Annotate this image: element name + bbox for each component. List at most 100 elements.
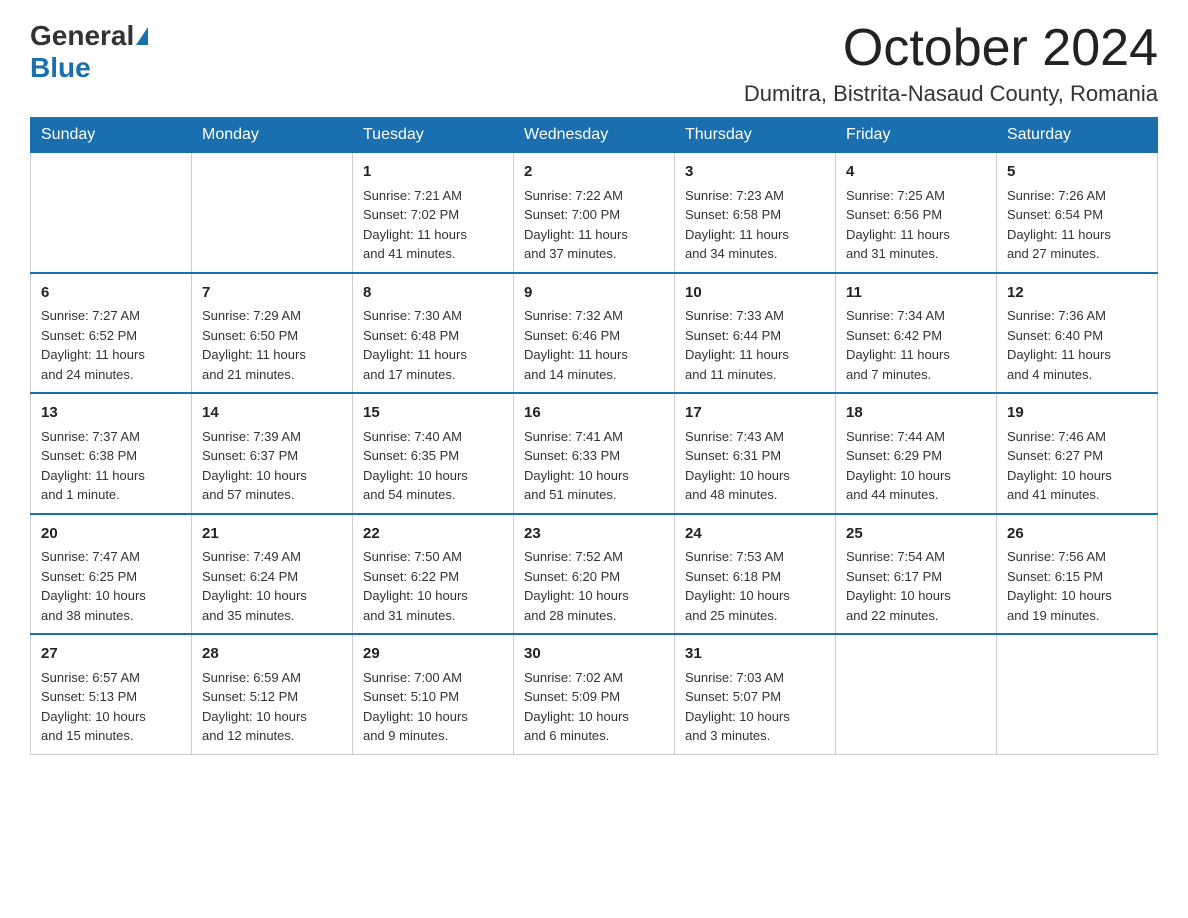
- day-info: Sunrise: 7:39 AMSunset: 6:37 PMDaylight:…: [202, 427, 342, 505]
- calendar-cell: 20Sunrise: 7:47 AMSunset: 6:25 PMDayligh…: [31, 514, 192, 635]
- calendar-cell: 8Sunrise: 7:30 AMSunset: 6:48 PMDaylight…: [353, 273, 514, 394]
- day-number: 16: [524, 402, 664, 425]
- day-number: 27: [41, 643, 181, 666]
- day-number: 10: [685, 282, 825, 305]
- day-number: 3: [685, 161, 825, 184]
- day-number: 5: [1007, 161, 1147, 184]
- day-number: 12: [1007, 282, 1147, 305]
- day-info: Sunrise: 7:32 AMSunset: 6:46 PMDaylight:…: [524, 306, 664, 384]
- day-info: Sunrise: 6:57 AMSunset: 5:13 PMDaylight:…: [41, 668, 181, 746]
- calendar-cell: 7Sunrise: 7:29 AMSunset: 6:50 PMDaylight…: [192, 273, 353, 394]
- calendar-cell: 19Sunrise: 7:46 AMSunset: 6:27 PMDayligh…: [997, 393, 1158, 514]
- calendar-cell: 25Sunrise: 7:54 AMSunset: 6:17 PMDayligh…: [836, 514, 997, 635]
- day-info: Sunrise: 7:53 AMSunset: 6:18 PMDaylight:…: [685, 547, 825, 625]
- day-info: Sunrise: 7:37 AMSunset: 6:38 PMDaylight:…: [41, 427, 181, 505]
- day-number: 19: [1007, 402, 1147, 425]
- day-info: Sunrise: 7:47 AMSunset: 6:25 PMDaylight:…: [41, 547, 181, 625]
- calendar-header-wednesday: Wednesday: [514, 118, 675, 153]
- page-header: General Blue October 2024 Dumitra, Bistr…: [30, 20, 1158, 107]
- calendar-cell: 1Sunrise: 7:21 AMSunset: 7:02 PMDaylight…: [353, 153, 514, 273]
- calendar-header-tuesday: Tuesday: [353, 118, 514, 153]
- day-info: Sunrise: 6:59 AMSunset: 5:12 PMDaylight:…: [202, 668, 342, 746]
- calendar-cell: 11Sunrise: 7:34 AMSunset: 6:42 PMDayligh…: [836, 273, 997, 394]
- day-info: Sunrise: 7:25 AMSunset: 6:56 PMDaylight:…: [846, 186, 986, 264]
- day-info: Sunrise: 7:44 AMSunset: 6:29 PMDaylight:…: [846, 427, 986, 505]
- day-number: 25: [846, 523, 986, 546]
- day-info: Sunrise: 7:56 AMSunset: 6:15 PMDaylight:…: [1007, 547, 1147, 625]
- day-info: Sunrise: 7:23 AMSunset: 6:58 PMDaylight:…: [685, 186, 825, 264]
- calendar-cell: 17Sunrise: 7:43 AMSunset: 6:31 PMDayligh…: [675, 393, 836, 514]
- day-info: Sunrise: 7:34 AMSunset: 6:42 PMDaylight:…: [846, 306, 986, 384]
- calendar-header-sunday: Sunday: [31, 118, 192, 153]
- calendar-cell: 29Sunrise: 7:00 AMSunset: 5:10 PMDayligh…: [353, 634, 514, 754]
- calendar-cell: 3Sunrise: 7:23 AMSunset: 6:58 PMDaylight…: [675, 153, 836, 273]
- logo-blue-text: Blue: [30, 52, 91, 83]
- logo-triangle-icon: [136, 27, 148, 45]
- logo-general-text: General: [30, 20, 134, 52]
- calendar-cell: 5Sunrise: 7:26 AMSunset: 6:54 PMDaylight…: [997, 153, 1158, 273]
- calendar-cell: 22Sunrise: 7:50 AMSunset: 6:22 PMDayligh…: [353, 514, 514, 635]
- calendar-cell: 12Sunrise: 7:36 AMSunset: 6:40 PMDayligh…: [997, 273, 1158, 394]
- calendar-cell: 28Sunrise: 6:59 AMSunset: 5:12 PMDayligh…: [192, 634, 353, 754]
- day-number: 31: [685, 643, 825, 666]
- day-number: 6: [41, 282, 181, 305]
- day-number: 18: [846, 402, 986, 425]
- day-info: Sunrise: 7:03 AMSunset: 5:07 PMDaylight:…: [685, 668, 825, 746]
- calendar-header-thursday: Thursday: [675, 118, 836, 153]
- day-number: 29: [363, 643, 503, 666]
- calendar-cell: 16Sunrise: 7:41 AMSunset: 6:33 PMDayligh…: [514, 393, 675, 514]
- day-info: Sunrise: 7:40 AMSunset: 6:35 PMDaylight:…: [363, 427, 503, 505]
- day-info: Sunrise: 7:33 AMSunset: 6:44 PMDaylight:…: [685, 306, 825, 384]
- day-number: 21: [202, 523, 342, 546]
- day-info: Sunrise: 7:27 AMSunset: 6:52 PMDaylight:…: [41, 306, 181, 384]
- calendar-cell: 14Sunrise: 7:39 AMSunset: 6:37 PMDayligh…: [192, 393, 353, 514]
- calendar-week-row: 13Sunrise: 7:37 AMSunset: 6:38 PMDayligh…: [31, 393, 1158, 514]
- day-info: Sunrise: 7:52 AMSunset: 6:20 PMDaylight:…: [524, 547, 664, 625]
- day-number: 22: [363, 523, 503, 546]
- day-number: 23: [524, 523, 664, 546]
- calendar-cell: 2Sunrise: 7:22 AMSunset: 7:00 PMDaylight…: [514, 153, 675, 273]
- day-info: Sunrise: 7:54 AMSunset: 6:17 PMDaylight:…: [846, 547, 986, 625]
- calendar-header-monday: Monday: [192, 118, 353, 153]
- day-number: 28: [202, 643, 342, 666]
- day-info: Sunrise: 7:26 AMSunset: 6:54 PMDaylight:…: [1007, 186, 1147, 264]
- day-number: 4: [846, 161, 986, 184]
- day-number: 9: [524, 282, 664, 305]
- day-number: 30: [524, 643, 664, 666]
- day-info: Sunrise: 7:46 AMSunset: 6:27 PMDaylight:…: [1007, 427, 1147, 505]
- day-number: 20: [41, 523, 181, 546]
- calendar-cell: 26Sunrise: 7:56 AMSunset: 6:15 PMDayligh…: [997, 514, 1158, 635]
- title-section: October 2024 Dumitra, Bistrita-Nasaud Co…: [744, 20, 1158, 107]
- day-number: 8: [363, 282, 503, 305]
- day-number: 17: [685, 402, 825, 425]
- calendar-header-row: SundayMondayTuesdayWednesdayThursdayFrid…: [31, 118, 1158, 153]
- calendar-week-row: 27Sunrise: 6:57 AMSunset: 5:13 PMDayligh…: [31, 634, 1158, 754]
- calendar-cell: [836, 634, 997, 754]
- day-info: Sunrise: 7:43 AMSunset: 6:31 PMDaylight:…: [685, 427, 825, 505]
- calendar-week-row: 20Sunrise: 7:47 AMSunset: 6:25 PMDayligh…: [31, 514, 1158, 635]
- calendar-cell: [192, 153, 353, 273]
- calendar-cell: 18Sunrise: 7:44 AMSunset: 6:29 PMDayligh…: [836, 393, 997, 514]
- calendar-cell: [31, 153, 192, 273]
- day-info: Sunrise: 7:02 AMSunset: 5:09 PMDaylight:…: [524, 668, 664, 746]
- day-info: Sunrise: 7:21 AMSunset: 7:02 PMDaylight:…: [363, 186, 503, 264]
- day-info: Sunrise: 7:41 AMSunset: 6:33 PMDaylight:…: [524, 427, 664, 505]
- calendar-header-saturday: Saturday: [997, 118, 1158, 153]
- day-info: Sunrise: 7:00 AMSunset: 5:10 PMDaylight:…: [363, 668, 503, 746]
- calendar-cell: 24Sunrise: 7:53 AMSunset: 6:18 PMDayligh…: [675, 514, 836, 635]
- day-number: 15: [363, 402, 503, 425]
- day-number: 24: [685, 523, 825, 546]
- calendar-cell: [997, 634, 1158, 754]
- calendar-cell: 30Sunrise: 7:02 AMSunset: 5:09 PMDayligh…: [514, 634, 675, 754]
- day-number: 11: [846, 282, 986, 305]
- day-info: Sunrise: 7:50 AMSunset: 6:22 PMDaylight:…: [363, 547, 503, 625]
- calendar-cell: 27Sunrise: 6:57 AMSunset: 5:13 PMDayligh…: [31, 634, 192, 754]
- day-number: 26: [1007, 523, 1147, 546]
- day-number: 2: [524, 161, 664, 184]
- calendar-week-row: 6Sunrise: 7:27 AMSunset: 6:52 PMDaylight…: [31, 273, 1158, 394]
- calendar-table: SundayMondayTuesdayWednesdayThursdayFrid…: [30, 117, 1158, 755]
- calendar-week-row: 1Sunrise: 7:21 AMSunset: 7:02 PMDaylight…: [31, 153, 1158, 273]
- calendar-cell: 10Sunrise: 7:33 AMSunset: 6:44 PMDayligh…: [675, 273, 836, 394]
- calendar-cell: 21Sunrise: 7:49 AMSunset: 6:24 PMDayligh…: [192, 514, 353, 635]
- logo: General Blue: [30, 20, 150, 84]
